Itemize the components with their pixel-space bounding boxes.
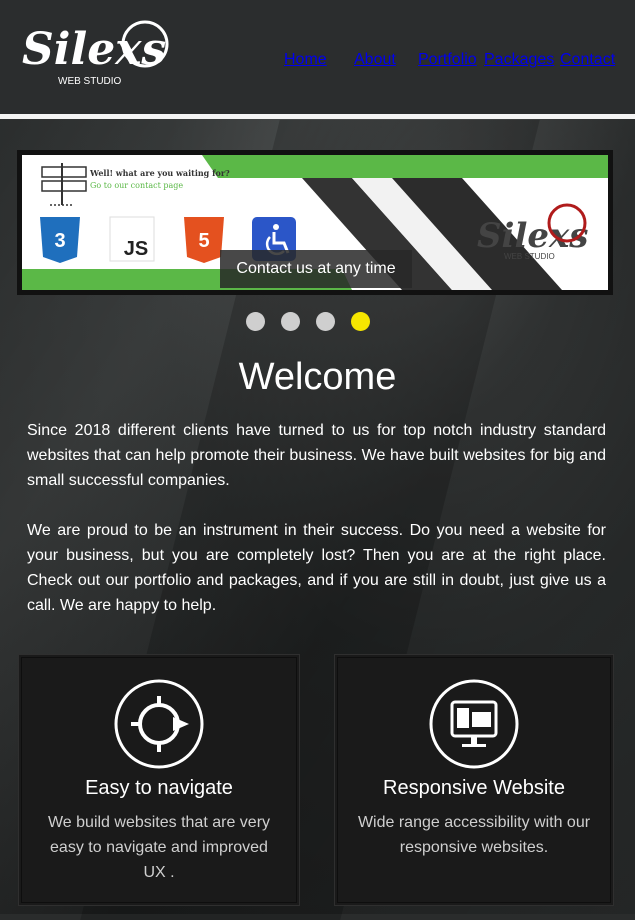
- slider-dot-4-active[interactable]: [351, 312, 370, 331]
- feature-text: Wide range accessibility with our respon…: [357, 814, 591, 856]
- svg-text:JS: JS: [124, 238, 148, 260]
- slide-caption[interactable]: Contact us at any time: [220, 250, 412, 288]
- intro-text: Since 2018 different clients have turned…: [27, 418, 606, 643]
- site-header: Silexs WEB STUDIO Home About Portfolio P…: [0, 0, 635, 114]
- css3-icon: 3: [40, 217, 80, 263]
- svg-text:WEB STUDIO: WEB STUDIO: [504, 252, 555, 261]
- nav-packages[interactable]: Packages: [484, 51, 554, 69]
- nav-home[interactable]: Home: [284, 51, 327, 69]
- banner-line2: Go to our contact page: [90, 181, 183, 190]
- signpost-icon: [41, 163, 87, 206]
- svg-text:3: 3: [54, 230, 65, 252]
- html5-icon: 5: [184, 217, 224, 263]
- js-icon: JS: [109, 216, 155, 262]
- feature-title: Easy to navigate: [85, 777, 233, 799]
- intro-paragraph-1: Since 2018 different clients have turned…: [27, 422, 606, 489]
- feature-title: Responsive Website: [383, 777, 565, 799]
- banner-line1: Well! what are you waiting for?: [89, 168, 230, 178]
- slider-dot-3[interactable]: [316, 312, 335, 331]
- monitor-icon: [429, 679, 519, 769]
- welcome-title: Welcome: [238, 356, 397, 398]
- svg-text:Silexs: Silexs: [477, 216, 588, 256]
- feature-card-responsive: Responsive Website Wide range accessibil…: [334, 654, 614, 906]
- navigation-icon: [114, 679, 204, 769]
- feature-card-navigate: Easy to navigate We build websites that …: [18, 654, 300, 906]
- intro-paragraph-2: We are proud to be an instrument in thei…: [27, 522, 606, 614]
- slider-dots: [246, 312, 386, 331]
- nav-about[interactable]: About: [354, 51, 396, 69]
- nav-contact[interactable]: Contact: [560, 51, 615, 69]
- svg-text:5: 5: [198, 230, 209, 252]
- slider-dot-2[interactable]: [281, 312, 300, 331]
- slider-dot-1[interactable]: [246, 312, 265, 331]
- silexs-logo[interactable]: Silexs WEB STUDIO: [20, 12, 170, 88]
- feature-text: We build websites that are very easy to …: [47, 814, 271, 881]
- nav-portfolio[interactable]: Portfolio: [418, 51, 477, 69]
- header-divider: [0, 114, 635, 119]
- logo-subtext: WEB STUDIO: [58, 76, 122, 87]
- banner-logo: Silexs WEB STUDIO: [477, 203, 588, 261]
